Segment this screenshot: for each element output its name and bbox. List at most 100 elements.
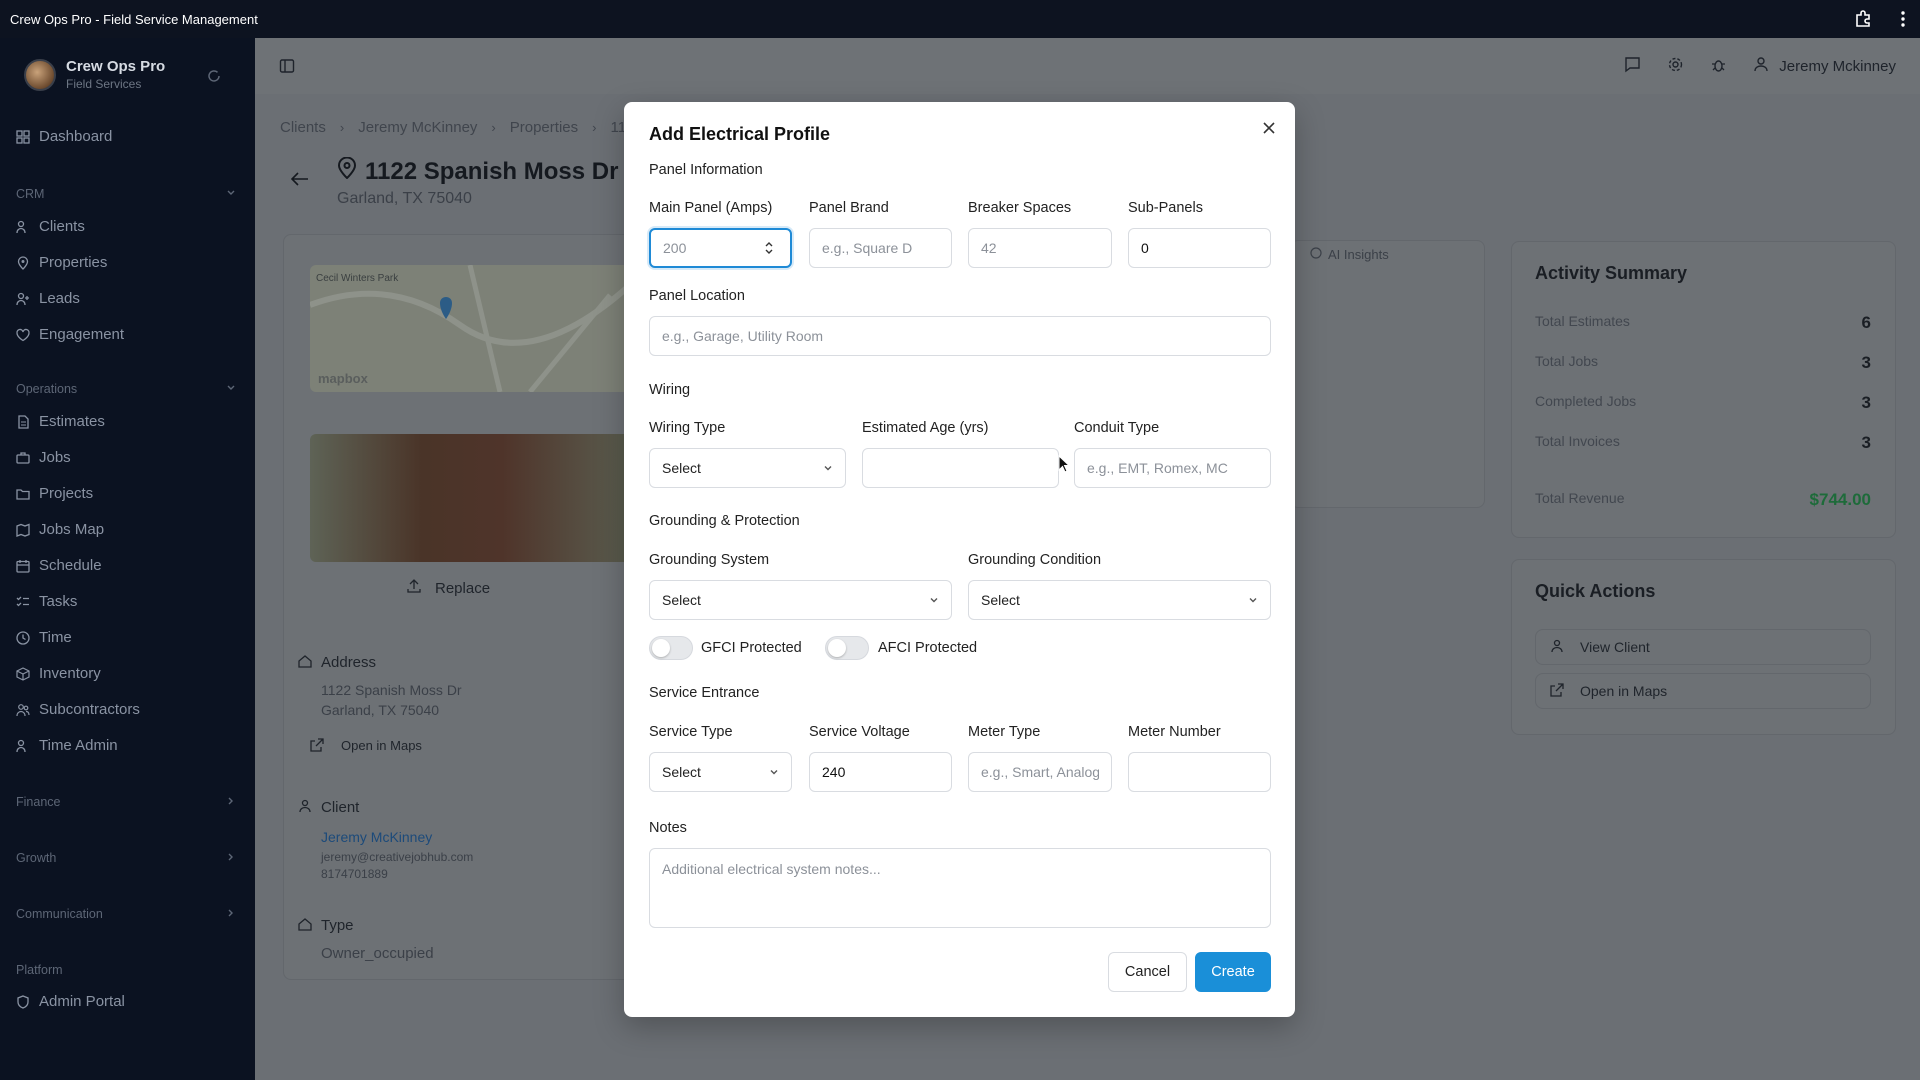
sidebar-item-engagement[interactable]: Engagement [16, 326, 124, 343]
tabs-panel [1290, 240, 1485, 508]
breaker-spaces-input[interactable] [968, 228, 1112, 268]
section-label: Communication [16, 907, 103, 921]
conduit-type-input[interactable] [1074, 448, 1271, 488]
bug-icon[interactable] [1710, 56, 1727, 77]
briefcase-icon [16, 451, 30, 464]
sidebar-item-time-admin[interactable]: Time Admin [16, 737, 118, 754]
sidebar-toggle-icon[interactable] [279, 58, 295, 79]
sidebar-item-subcontractors[interactable]: Subcontractors [16, 701, 140, 718]
estimated-age-input[interactable] [862, 448, 1059, 488]
create-button[interactable]: Create [1195, 952, 1271, 992]
sidebar-item-label: Projects [39, 485, 94, 502]
conduit-type-label: Conduit Type [1074, 420, 1160, 436]
sidebar-item-tasks[interactable]: Tasks [16, 593, 77, 610]
sidebar-item-jobs-map[interactable]: Jobs Map [16, 521, 104, 538]
brand[interactable]: Crew Ops Pro Field Services [24, 58, 165, 91]
sidebar-item-label: Admin Portal [39, 993, 125, 1010]
breadcrumb-client[interactable]: Jeremy McKinney [358, 119, 477, 136]
panel-brand-input[interactable] [809, 228, 952, 268]
sidebar-section-operations[interactable]: Operations [16, 382, 236, 396]
estimated-age-label: Estimated Age (yrs) [862, 420, 989, 436]
notes-textarea[interactable] [649, 848, 1271, 928]
stat-value: 3 [1861, 353, 1871, 372]
sidebar-section-growth[interactable]: Growth [16, 851, 236, 865]
sidebar-item-admin-portal[interactable]: Admin Portal [16, 993, 125, 1010]
chevron-down-icon [226, 382, 236, 396]
sidebar-section-communication[interactable]: Communication [16, 907, 236, 921]
tab-ai-insights[interactable]: AI Insights [1310, 247, 1389, 262]
close-icon[interactable] [1259, 118, 1279, 138]
sidebar-item-projects[interactable]: Projects [16, 485, 93, 502]
user-menu[interactable]: Jeremy Mckinney [1753, 56, 1896, 76]
main-panel-label: Main Panel (Amps) [649, 200, 773, 216]
gear-icon[interactable] [1667, 56, 1684, 77]
panel-brand-label: Panel Brand [809, 200, 889, 216]
replace-photo-button[interactable]: Replace [407, 579, 490, 597]
sidebar-item-clients[interactable]: Clients [16, 218, 85, 235]
select-value: Select [662, 764, 701, 780]
chevron-right-icon: › [491, 120, 496, 135]
brand-name: Crew Ops Pro [66, 58, 166, 75]
user-icon [1550, 639, 1564, 656]
panel-location-input[interactable] [649, 316, 1271, 356]
stat-row: Total Estimates 6 [1535, 313, 1871, 333]
sidebar-item-schedule[interactable]: Schedule [16, 557, 102, 574]
clock-icon [16, 630, 30, 645]
open-in-maps-button[interactable]: Open in Maps [1535, 673, 1871, 709]
meter-number-input[interactable] [1128, 752, 1271, 792]
grounding-condition-select[interactable]: Select [968, 580, 1271, 620]
stat-row: Total Jobs 3 [1535, 353, 1871, 373]
section-label: Growth [16, 851, 57, 865]
top-header: Jeremy Mckinney [255, 38, 1920, 94]
service-type-select[interactable]: Select [649, 752, 792, 792]
dialog-title: Add Electrical Profile [649, 124, 831, 144]
sidebar-item-leads[interactable]: Leads [16, 290, 80, 307]
back-arrow-icon[interactable] [290, 172, 309, 191]
sidebar-item-dashboard[interactable]: Dashboard [16, 128, 112, 145]
sidebar-item-jobs[interactable]: Jobs [16, 449, 71, 466]
sidebar-item-label: Leads [39, 290, 80, 307]
breadcrumb-properties[interactable]: Properties [510, 119, 578, 136]
service-type-label: Service Type [649, 724, 733, 740]
sidebar-item-properties[interactable]: Properties [16, 254, 107, 271]
user-icon [298, 799, 312, 818]
section-service-entrance: Service Entrance [649, 685, 760, 701]
property-map[interactable]: Cecil Winters Park mapbox [310, 265, 630, 392]
user-icon [1753, 56, 1769, 76]
replace-label: Replace [435, 579, 491, 597]
sidebar-item-estimates[interactable]: Estimates [16, 413, 105, 430]
client-heading: Client [321, 799, 360, 816]
number-stepper-icon[interactable] [765, 241, 773, 260]
sidebar-section-finance[interactable]: Finance [16, 795, 236, 809]
extensions-icon[interactable] [1854, 10, 1872, 28]
sidebar: Crew Ops Pro Field Services Dashboard CR… [0, 38, 255, 1080]
gfci-toggle[interactable] [649, 636, 693, 660]
property-city: Garland, TX 75040 [337, 190, 472, 207]
breadcrumb-clients[interactable]: Clients [280, 119, 326, 136]
calendar-icon [16, 559, 30, 573]
sub-panels-input[interactable] [1128, 228, 1271, 268]
revenue-row: Total Revenue $744.00 [1535, 490, 1871, 510]
sidebar-item-label: Properties [39, 254, 108, 271]
view-client-button[interactable]: View Client [1535, 629, 1871, 665]
sidebar-item-time[interactable]: Time [16, 629, 72, 646]
folder-icon [16, 488, 30, 500]
afci-toggle[interactable] [825, 636, 869, 660]
service-voltage-input[interactable] [809, 752, 952, 792]
stat-label: Total Estimates [1535, 313, 1630, 329]
client-name-link[interactable]: Jeremy McKinney [321, 829, 432, 845]
stat-label: Total Invoices [1535, 433, 1620, 449]
open-in-maps-link[interactable]: Open in Maps [341, 738, 422, 753]
more-vertical-icon[interactable] [1900, 10, 1906, 28]
wiring-type-select[interactable]: Select [649, 448, 846, 488]
grounding-system-select[interactable]: Select [649, 580, 952, 620]
cancel-button[interactable]: Cancel [1108, 952, 1187, 992]
meter-type-input[interactable] [968, 752, 1112, 792]
sidebar-item-label: Dashboard [39, 128, 113, 145]
refresh-icon[interactable] [206, 68, 222, 89]
sidebar-item-inventory[interactable]: Inventory [16, 665, 101, 682]
sidebar-section-crm[interactable]: CRM [16, 187, 236, 201]
message-icon[interactable] [1624, 56, 1641, 77]
sidebar-item-label: Schedule [39, 557, 102, 574]
heart-handshake-icon [16, 328, 30, 341]
